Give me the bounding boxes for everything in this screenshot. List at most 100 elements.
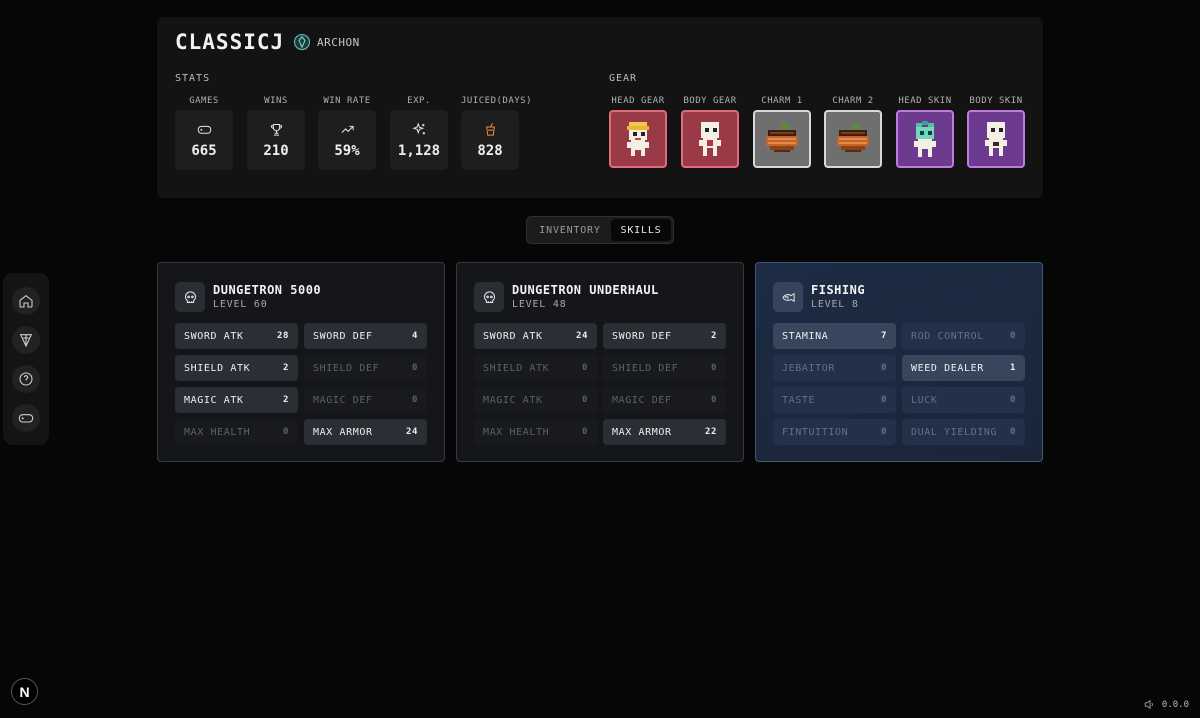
skill-level: LEVEL 60 [213,299,268,310]
version-bar: 0.0.0 [1143,698,1189,711]
stat-value: 828 [477,142,503,159]
games-button[interactable] [12,403,40,432]
attribute-name: MAGIC DEF [612,394,672,406]
gear-charm-1: CHARM 1 [753,96,811,168]
stat-box: 1,128 [390,110,448,170]
attribute-name: MAGIC ATK [483,394,543,406]
gear-label: HEAD GEAR [611,96,665,106]
attribute-name: SWORD ATK [483,330,543,342]
stat-wins: WINS 210 [247,96,305,170]
gear-slot-body-skin[interactable] [967,110,1025,168]
attribute-row: MAGIC DEF 0 [304,387,427,413]
stat-label: GAMES [189,96,219,106]
bowl-charm-icon [766,124,798,152]
attribute-grid: STAMINA 7 ROD CONTROL 0 JEBAITOR 0 WEED DEA… [773,323,1025,445]
attribute-value: 28 [276,331,289,341]
attribute-value: 0 [1009,395,1016,405]
gear-body-skin: BODY SKIN [967,96,1025,168]
attribute-value: 0 [282,427,289,437]
leaderboard-button[interactable] [12,325,40,354]
attribute-value: 2 [710,331,717,341]
gear-head: HEAD GEAR [609,96,667,168]
attribute-row: ROD CONTROL 0 [902,323,1025,349]
stat-label: WINS [264,96,288,106]
attribute-value: 0 [411,395,418,405]
tab-inventory[interactable]: INVENTORY [529,219,611,241]
home-icon [19,294,33,308]
attribute-row: MAGIC DEF 0 [603,387,726,413]
attribute-value: 2 [282,395,289,405]
attribute-row: MAX HEALTH 0 [175,419,298,445]
attribute-name: MAGIC ATK [184,394,244,406]
skill-icon-box [175,282,205,312]
help-button[interactable] [12,364,40,393]
attribute-name: ROD CONTROL [911,330,984,342]
stats-title: STATS [175,73,211,84]
skill-name: DUNGETRON UNDERHAUL [512,283,659,297]
sparkles-icon [411,121,425,134]
skill-level: LEVEL 8 [811,299,859,310]
attribute-name: FINTUITION [782,426,849,438]
gear-slot-charm-1[interactable] [753,110,811,168]
stat-box: 210 [247,110,305,170]
attribute-row: SHIELD ATK 0 [474,355,597,381]
gear-slot-charm-2[interactable] [824,110,882,168]
attribute-grid: SWORD ATK 24 SWORD DEF 2 SHIELD ATK 0 SHIEL… [474,323,726,445]
attribute-value: 0 [411,363,418,373]
gear-charm-2: CHARM 2 [824,96,882,168]
skill-icon-box [773,282,803,312]
attribute-row: SWORD ATK 28 [175,323,298,349]
helmet-character-icon [627,122,649,156]
stat-games: GAMES 665 [175,96,233,170]
plant-head-character-icon [914,121,936,157]
attribute-row: MAGIC ATK 2 [175,387,298,413]
tab-skills[interactable]: SKILLS [611,219,671,241]
attribute-value: 0 [581,395,588,405]
sidebar [3,273,49,445]
skill-level: LEVEL 48 [512,299,567,310]
attribute-value: 1 [1009,363,1016,373]
stat-box: 828 [461,110,519,170]
n-logo-button[interactable]: N [11,678,38,705]
stat-value: 665 [191,142,217,159]
stat-juiced: JUICED(DAYS) 828 [461,96,532,170]
skill-icon-box [474,282,504,312]
attribute-grid: SWORD ATK 28 SWORD DEF 4 SHIELD ATK 2 SHIEL… [175,323,427,445]
juice-cup-icon [485,122,495,136]
help-icon [19,371,33,386]
gear-head-skin: HEAD SKIN [896,96,954,168]
stat-value: 59% [334,142,360,159]
gear-slot-body-gear[interactable] [681,110,739,168]
attribute-name: SHIELD DEF [313,362,380,374]
home-button[interactable] [12,286,40,315]
stat-label: WIN RATE [323,96,371,106]
rank-label: ARCHON [317,36,360,49]
attribute-row: SWORD DEF 4 [304,323,427,349]
attribute-name: DUAL YIELDING [911,426,998,438]
attribute-row: SWORD DEF 2 [603,323,726,349]
attribute-value: 0 [1009,427,1016,437]
attribute-row: SHIELD ATK 2 [175,355,298,381]
attribute-row: LUCK 0 [902,387,1025,413]
attribute-value: 0 [880,427,887,437]
attribute-value: 24 [575,331,588,341]
gear-label: HEAD SKIN [898,96,952,106]
skill-name: DUNGETRON 5000 [213,283,322,297]
attribute-value: 7 [880,331,887,341]
attribute-name: SWORD DEF [612,330,672,342]
attribute-row: TASTE 0 [773,387,896,413]
gear-slot-head-skin[interactable] [896,110,954,168]
attribute-name: MAGIC DEF [313,394,373,406]
gear-label: CHARM 2 [832,96,874,106]
speaker-icon[interactable] [1143,698,1156,711]
attribute-row: SWORD ATK 24 [474,323,597,349]
attribute-name: LUCK [911,394,938,406]
skull-icon [483,290,495,303]
trophy-cone-icon [19,333,33,347]
attribute-name: MAX ARMOR [313,426,373,438]
gear-slot-head-gear[interactable] [609,110,667,168]
gear-label: BODY GEAR [683,96,737,106]
attribute-value: 0 [1009,331,1016,341]
attribute-row: SHIELD DEF 0 [603,355,726,381]
stat-win-rate: WIN RATE 59% [318,96,376,170]
